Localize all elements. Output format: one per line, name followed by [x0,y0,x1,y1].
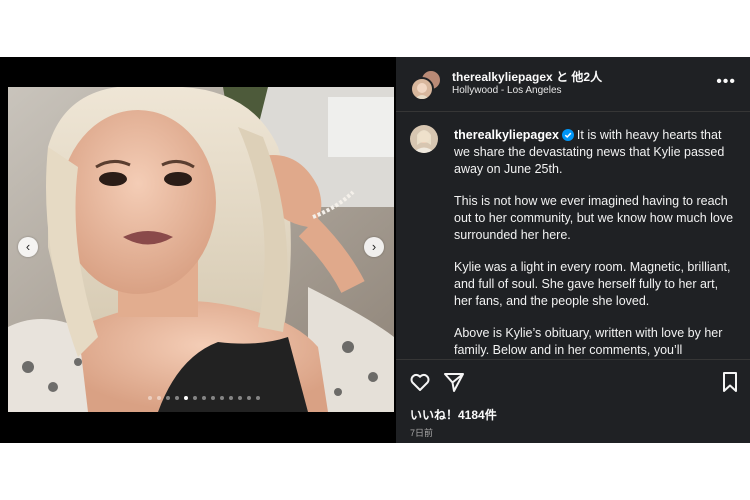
verified-badge-icon [561,129,574,141]
carousel-dot [202,396,206,400]
like-button[interactable] [408,370,432,394]
author-username[interactable]: therealkyliepagex [452,70,553,84]
portrait-image [8,87,394,412]
carousel-dot [247,396,251,400]
post-location[interactable]: Hollywood - Los Angeles [452,85,562,96]
carousel-next-button[interactable]: › [364,237,384,257]
caption-username[interactable]: therealkyliepagex [454,128,559,142]
instagram-post: ‹ › therealkyliepagex と 他2人 Hollywood - … [0,57,750,443]
caption-paragraph: Kylie was a light in every room. Magneti… [454,260,731,308]
carousel-dot [148,396,152,400]
carousel-dot [238,396,242,400]
chevron-left-icon: ‹ [25,239,31,254]
send-icon [444,373,464,392]
carousel-dot [184,396,188,400]
carousel-indicator [148,396,260,400]
post-header: therealkyliepagex と 他2人 Hollywood - Los … [396,57,750,112]
carousel-dot [157,396,161,400]
post-media: ‹ › [0,57,396,443]
caption-paragraph: Above is Kylie’s obituary, written with … [454,326,723,357]
avatar [410,77,434,101]
caption-text: therealkyliepagex It is with heavy hearts… [454,127,734,359]
carousel-dot [220,396,224,400]
chevron-right-icon: › [371,239,377,254]
carousel-dot [211,396,215,400]
collab-avatars[interactable] [410,69,442,101]
likes-count[interactable]: いいね！4184件 [410,406,497,423]
share-button[interactable] [442,370,466,394]
carousel-prev-button[interactable]: ‹ [18,237,38,257]
heart-icon [410,373,430,391]
save-button[interactable] [718,370,742,394]
post-timestamp[interactable]: 7日前 [410,426,433,439]
carousel-dot [166,396,170,400]
carousel-dot [193,396,197,400]
carousel-dot [256,396,260,400]
more-options-button[interactable]: ••• [716,73,736,91]
collab-text[interactable]: と 他2人 [556,70,602,84]
carousel-dot [175,396,179,400]
caption-avatar[interactable] [410,125,438,153]
post-author[interactable]: therealkyliepagex と 他2人 [452,68,602,85]
bookmark-icon [723,372,737,392]
carousel-dot [229,396,233,400]
more-horizontal-icon: ••• [716,73,736,90]
post-photo[interactable] [8,87,394,412]
caption-paragraph: This is not how we ever imagined having … [454,194,734,242]
post-actions: いいね！4184件 7日前 [396,359,750,444]
post-side-panel: therealkyliepagex と 他2人 Hollywood - Los … [396,57,750,443]
post-caption: therealkyliepagex It is with heavy hearts… [396,111,750,359]
